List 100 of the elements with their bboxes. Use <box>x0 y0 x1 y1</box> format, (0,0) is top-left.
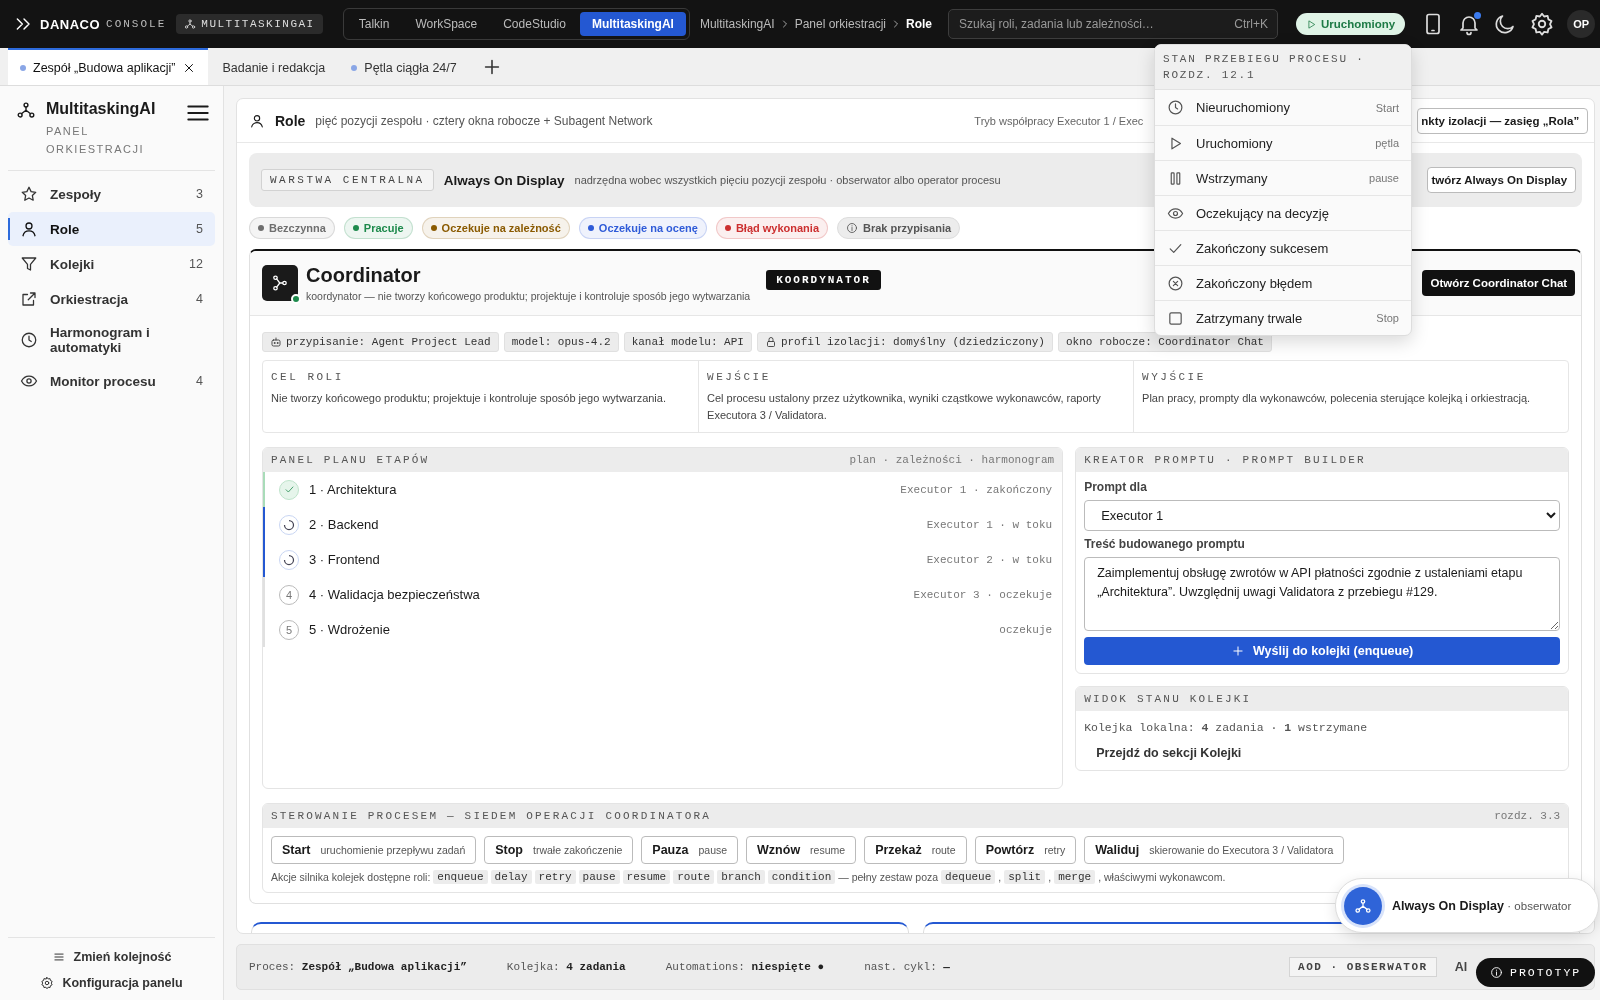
field-label: Treść budowanego promptu <box>1084 537 1246 551</box>
clock-icon <box>1167 99 1184 116</box>
network-icon <box>184 18 197 30</box>
column-text: Plan pracy, prompty dla wykonawców, polecenia sterujące kolejką i orkiestracją. <box>1142 391 1532 406</box>
robot-icon <box>270 336 282 348</box>
layer-description: nadrzędna wobec wszystkich pięciu pozycji zespołu · obserwator albo operator procesu <box>574 174 1001 186</box>
settings-link[interactable]: Konfiguracja panelu <box>40 976 183 990</box>
action-code: retry <box>534 870 576 884</box>
document-tab[interactable]: Pętla ciągła 24/7 <box>339 48 469 85</box>
list-icon <box>51 950 66 964</box>
open-chat-button[interactable]: Otwórz Coordinator Chat <box>1422 270 1576 296</box>
sidebar-item[interactable]: Role 5 <box>8 212 215 246</box>
status-item: Proces: Zespół „Budowa aplikacji” <box>249 961 467 973</box>
document-tab[interactable]: Zespół „Budowa aplikacji” <box>8 48 209 85</box>
document-tab[interactable]: Badanie i redakcja <box>210 48 338 85</box>
sidebar-item[interactable]: Zespoły 3 <box>8 177 215 211</box>
action-code: branch <box>717 870 765 884</box>
menu-item[interactable]: Zakończony błędem <box>1155 265 1411 300</box>
plus-icon <box>1231 644 1246 658</box>
stage-status-icon <box>279 549 299 570</box>
star-icon <box>20 185 38 203</box>
network-icon <box>271 274 289 292</box>
role-chip: kanał modelu: API <box>623 332 752 352</box>
sidebar-item[interactable]: Monitor procesu 4 <box>8 364 215 398</box>
panel-title: STEROWANIE PROCESEM — SIEDEM OPERACJI COORDINATORA <box>271 810 712 822</box>
menu-item[interactable]: Zakończony sukcesem <box>1155 230 1411 265</box>
process-control-button[interactable]: Pauza pause <box>641 836 739 864</box>
action-code: route <box>673 870 715 884</box>
status-legend-pill: Bezczynna <box>249 217 335 239</box>
process-control-button[interactable]: Przekaż route <box>864 836 967 864</box>
process-control-button[interactable]: Wznów resume <box>746 836 857 864</box>
breadcrumb-link[interactable]: Panel orkiestracji <box>794 17 886 31</box>
user-icon <box>20 220 38 238</box>
process-control-button[interactable]: Waliduj skierowanie do Executora 3 / Validatora <box>1084 836 1345 864</box>
sidebar-item[interactable]: Kolejki 12 <box>8 247 215 281</box>
panel-meta: plan · zależności · harmonogram <box>849 454 1055 466</box>
menu-item[interactable]: Oczekujący na decyzję <box>1155 195 1411 230</box>
widget-title[interactable]: Always On Display · obserwator <box>1392 898 1572 913</box>
stage-row[interactable]: 5 5 · Wdrożenie oczekuje <box>263 612 1063 647</box>
user-icon <box>249 112 265 129</box>
role-chip: model: opus-4.2 <box>503 332 619 352</box>
sidebar-item[interactable]: Orkiestracja 4 <box>8 282 215 316</box>
column-heading: CEL ROLI <box>271 370 345 385</box>
stage-row[interactable]: 3 · Frontend Executor 2 · w toku <box>263 542 1063 577</box>
menu-item[interactable]: Zatrzymany trwale Stop <box>1155 300 1411 335</box>
brand-name: DANACO <box>40 16 101 32</box>
collaboration-mode-text: Tryb współpracy Executor 1 / Exec <box>974 114 1144 127</box>
app-tab[interactable]: CodeStudio <box>491 12 578 36</box>
role-name: Coordinator <box>306 264 422 287</box>
status-menu-title: STAN PRZEBIEGU PROCESU · ROZDZ. 12.1 <box>1155 45 1411 90</box>
app-tab[interactable]: WorkSpace <box>403 12 490 36</box>
sidebar-item[interactable]: Harmonogram i automatyki <box>8 317 215 363</box>
separator-text: , <box>1048 871 1052 883</box>
column-heading: WYJŚCIE <box>1142 369 1207 385</box>
check-icon <box>283 484 295 495</box>
notification-button[interactable] <box>1457 12 1482 36</box>
breadcrumb-link[interactable]: MultitaskingAI <box>699 17 775 31</box>
stage-row[interactable]: 4 4 · Walidacja bezpieczeństwa Executor 3 · oczekuje <box>263 577 1063 612</box>
note-text: Akcje silnika kolejek dostępne roli: <box>271 871 431 883</box>
stage-status-icon <box>279 514 299 535</box>
stage-row[interactable]: 2 · Backend Executor 1 · w toku <box>263 507 1063 542</box>
field-label: Prompt dla <box>1084 480 1148 494</box>
column-text: Nie tworzy końcowego produktu; projektuje i kontroluje sposób jego wytwarzania. <box>271 391 667 406</box>
prompt-target-select[interactable]: Executor 1 <box>1084 500 1561 531</box>
user-avatar[interactable]: OP <box>1567 10 1596 38</box>
column-heading: WEJŚCIE <box>707 369 772 385</box>
menu-item[interactable]: Wstrzymany pause <box>1155 160 1411 195</box>
role-badge: KOORDYNATOR <box>766 270 881 290</box>
open-display-button[interactable]: twórz Always On Display <box>1427 167 1577 193</box>
prompt-textarea[interactable]: Zaimplementuj obsługę zwrotów w API płatności zgodnie z ustaleniami etapu „Architektura”. Uwzględnij uwagi Validatora z przebiegu #129. <box>1084 557 1561 631</box>
app-tab[interactable]: MultitaskingAI <box>579 12 686 36</box>
process-control-button[interactable]: Powtórz retry <box>974 836 1077 864</box>
action-code: delay <box>490 870 532 884</box>
enqueue-button[interactable]: Wyślij do kolejki (enqueue) <box>1084 637 1561 665</box>
sidebar-subtitle: PANEL ORKIESTRACJI <box>46 124 146 157</box>
separator-text: , <box>998 871 1002 883</box>
network-icon <box>16 100 36 120</box>
panel-title: KREATOR PROMPTU · PROMPT BUILDER <box>1084 454 1366 466</box>
process-control-button[interactable]: Stop trwałe zakończenie <box>484 836 634 864</box>
info-icon <box>1490 966 1503 979</box>
process-control-button[interactable]: Start uruchomienie przepływu zadań <box>271 836 477 864</box>
menu-item[interactable]: Uruchomiony pętla <box>1155 125 1411 160</box>
action-code: resume <box>622 870 671 884</box>
prototype-label: PROTOTYP <box>1510 966 1582 979</box>
menu-item[interactable]: Nieuruchomiony Start <box>1155 90 1411 125</box>
app-tab[interactable]: Talkin <box>346 12 402 36</box>
stage-row[interactable]: 1 · Architektura Executor 1 · zakończony <box>263 472 1063 507</box>
lock-icon <box>764 336 777 348</box>
layer-title: Always On Display <box>443 172 565 188</box>
action-code: pause <box>578 870 620 884</box>
run-status-button[interactable]: Uruchomiony <box>1296 13 1406 35</box>
queue-section-link[interactable]: Przejdź do sekcji Kolejki <box>1096 746 1561 760</box>
status-legend-pill: Oczekuje na ocenę <box>578 217 707 239</box>
action-code: merge <box>1054 870 1096 884</box>
status-item: nast. cykl: — <box>864 961 950 973</box>
reorder-link[interactable]: Zmień kolejność <box>51 950 172 964</box>
network-icon <box>1354 896 1372 915</box>
action-code: enqueue <box>433 870 488 884</box>
isolation-scope-button[interactable]: nkty izolacji — zasięg „Rola” <box>1417 107 1589 134</box>
play-icon <box>1306 18 1318 30</box>
